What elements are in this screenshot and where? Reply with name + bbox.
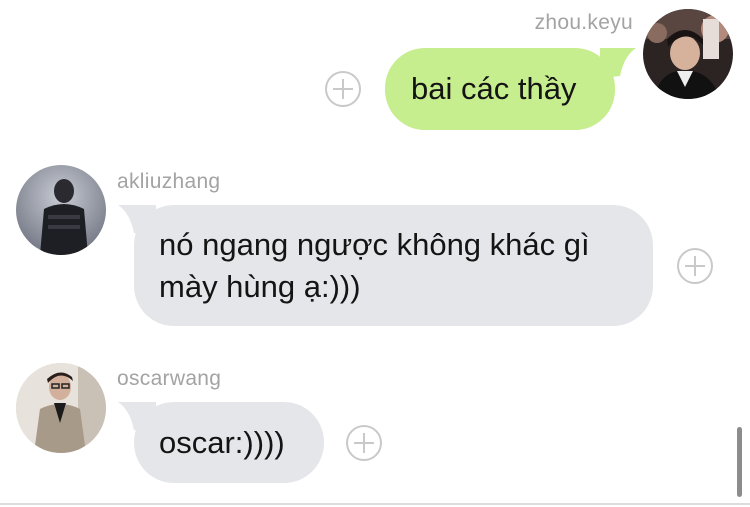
message-bubble[interactable]: nó ngang ngược không khác gì mày hùng ạ:… (134, 205, 653, 326)
profile-photo-icon (643, 9, 733, 99)
message-text-line: nó ngang ngược không khác gì (159, 227, 590, 262)
sender-name: oscarwang (117, 367, 222, 390)
message-bubble[interactable]: bai các thầy (385, 48, 615, 130)
message-text: oscar:)))) (159, 425, 285, 460)
profile-photo-icon (16, 363, 106, 453)
avatar-oscarwang[interactable] (16, 363, 106, 453)
sender-name: zhou.keyu (534, 11, 633, 34)
message-bubble[interactable]: oscar:)))) (134, 402, 324, 483)
bubble-tail (118, 402, 156, 432)
avatar-zhou-keyu[interactable] (643, 9, 733, 99)
scrollbar-thumb[interactable] (737, 427, 742, 497)
add-reaction-button[interactable] (325, 71, 361, 107)
chat-thread: zhou.keyu bai các thầy akliuzhang nó nga… (0, 0, 750, 507)
message-text-line: mày hùng ạ:))) (159, 269, 361, 304)
profile-photo-icon (16, 165, 106, 255)
add-reaction-button[interactable] (677, 248, 713, 284)
avatar-akliuzhang[interactable] (16, 165, 106, 255)
bubble-tail (118, 205, 156, 235)
bubble-tail (600, 48, 636, 78)
sender-name: akliuzhang (117, 170, 221, 193)
divider (0, 503, 750, 505)
message-text: bai các thầy (411, 71, 577, 106)
add-reaction-button[interactable] (346, 425, 382, 461)
